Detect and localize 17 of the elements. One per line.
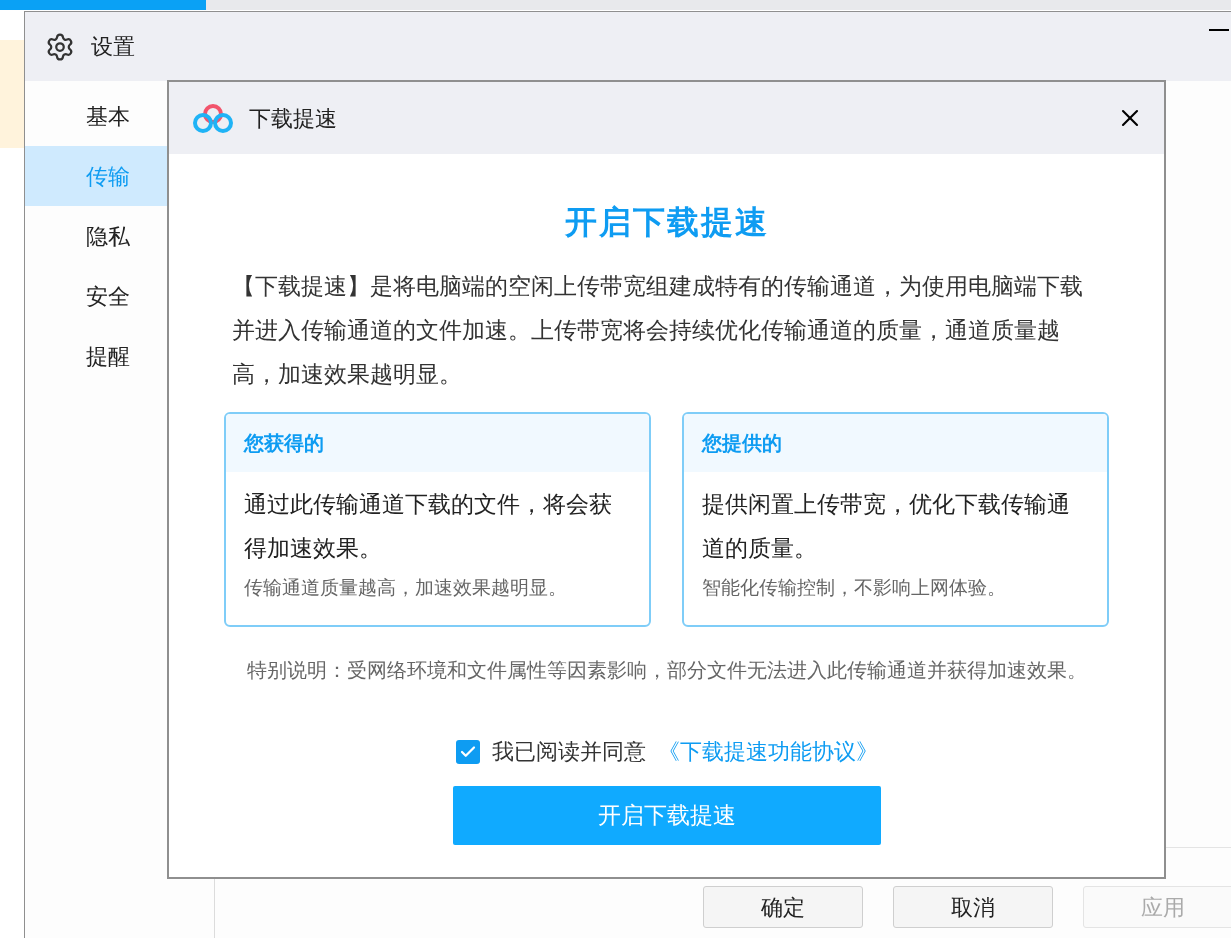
agreement-checkbox[interactable] (455, 739, 480, 764)
card-body: 通过此传输通道下载的文件，将会获得加速效果。 (243, 490, 613, 563)
dialog-heading: 开启下载提速 (564, 203, 769, 242)
card-title: 您提供的 (684, 414, 1107, 472)
settings-icon (45, 31, 75, 62)
dialog-button[interactable]: 取消 (893, 886, 1053, 928)
agreement-label: 我已阅读并同意 (491, 738, 646, 766)
card-body: 提供闲置上传带宽，优化下载传输通道的质量。 (701, 490, 1071, 563)
card-title: 您获得的 (226, 414, 649, 472)
window-title: 设置 (91, 33, 135, 61)
dialog-title: 下载提速 (249, 104, 338, 133)
notice-text: 特别说明：受网络环境和文件属性等因素影响，部分文件无法进入此传输通道并获得加速效果。 (246, 658, 1087, 683)
cloud-logo-icon (193, 102, 233, 134)
card-note: 智能化传输控制，不影响上网体验。 (701, 576, 1007, 600)
card-note: 传输通道质量越高，加速效果越明显。 (243, 576, 568, 600)
description-text: 【下载提速】是将电脑端的空闲上传带宽组建成特有的传输通道，为使用电脑端下载并进入传输通道的文件加速。上传带宽将会持续优化传输通道的质量，通道质量越高，加速效果越明显。 (231, 272, 1084, 389)
dialog-button[interactable]: 确定 (703, 886, 863, 928)
